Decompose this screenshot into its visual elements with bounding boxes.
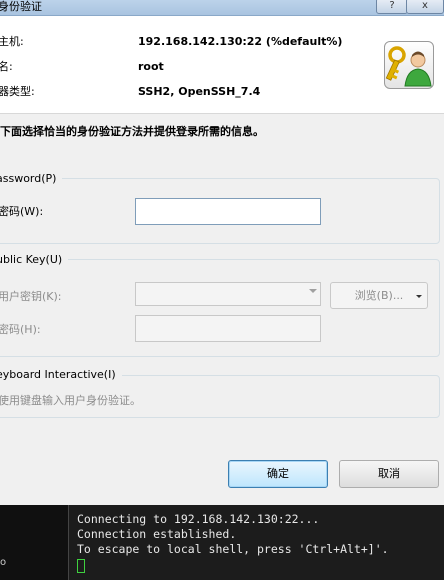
- passphrase-input[interactable]: [135, 315, 321, 342]
- instruction-text: 下面选择恰当的身份验证方法并提供登录所需的信息。: [0, 125, 264, 138]
- terminal-line: Connecting to 192.168.142.130:22...: [77, 512, 320, 526]
- public-key-group-title: ublic Key(U): [0, 253, 69, 267]
- terminal-line: Connection established.: [77, 527, 237, 541]
- auth-dialog: 身份验证 ? x 主机: 192.168.142.130:22 (%defaul…: [0, 0, 444, 505]
- cancel-button[interactable]: 取消: [339, 460, 439, 488]
- session-sidebar-text: o: [0, 557, 7, 568]
- browse-button-label: 浏览(B)...: [354, 289, 404, 302]
- terminal-panel[interactable]: o Connecting to 192.168.142.130:22... Co…: [0, 505, 444, 580]
- username-label: 名:: [0, 60, 13, 73]
- user-key-combobox[interactable]: [135, 282, 321, 306]
- key-user-icon: [384, 41, 434, 89]
- browse-button[interactable]: 浏览(B)...: [330, 282, 428, 309]
- close-button[interactable]: x: [406, 0, 444, 14]
- session-sidebar[interactable]: o: [0, 505, 69, 580]
- password-input[interactable]: [135, 198, 321, 225]
- password-field-label: 密码(W):: [0, 205, 44, 218]
- passphrase-label: 密码(H):: [0, 323, 41, 336]
- user-key-label: 用户密钥(K):: [0, 290, 62, 303]
- keyboard-interactive-group-title: eyboard Interactive(I): [0, 368, 122, 382]
- terminal-cursor: [77, 559, 85, 573]
- host-value: 192.168.142.130:22 (%default%): [138, 35, 343, 48]
- connection-info-panel: 主机: 192.168.142.130:22 (%default%) 名: ro…: [0, 16, 444, 114]
- server-type-value: SSH2, OpenSSH_7.4: [138, 85, 261, 98]
- username-value: root: [138, 60, 164, 73]
- title-bar[interactable]: 身份验证 ? x: [0, 0, 444, 16]
- dropdown-arrow-icon: [416, 295, 422, 298]
- password-group-title: assword(P): [0, 172, 63, 186]
- help-button[interactable]: ?: [376, 0, 408, 14]
- window-title: 身份验证: [0, 0, 42, 13]
- terminal-line: To escape to local shell, press 'Ctrl+Al…: [77, 542, 389, 556]
- keyboard-interactive-description: 使用键盘输入用户身份验证。: [0, 394, 141, 407]
- host-label: 主机:: [0, 35, 24, 48]
- ok-button[interactable]: 确定: [228, 460, 328, 488]
- server-type-label: 器类型:: [0, 85, 35, 98]
- chevron-down-icon: [309, 289, 317, 293]
